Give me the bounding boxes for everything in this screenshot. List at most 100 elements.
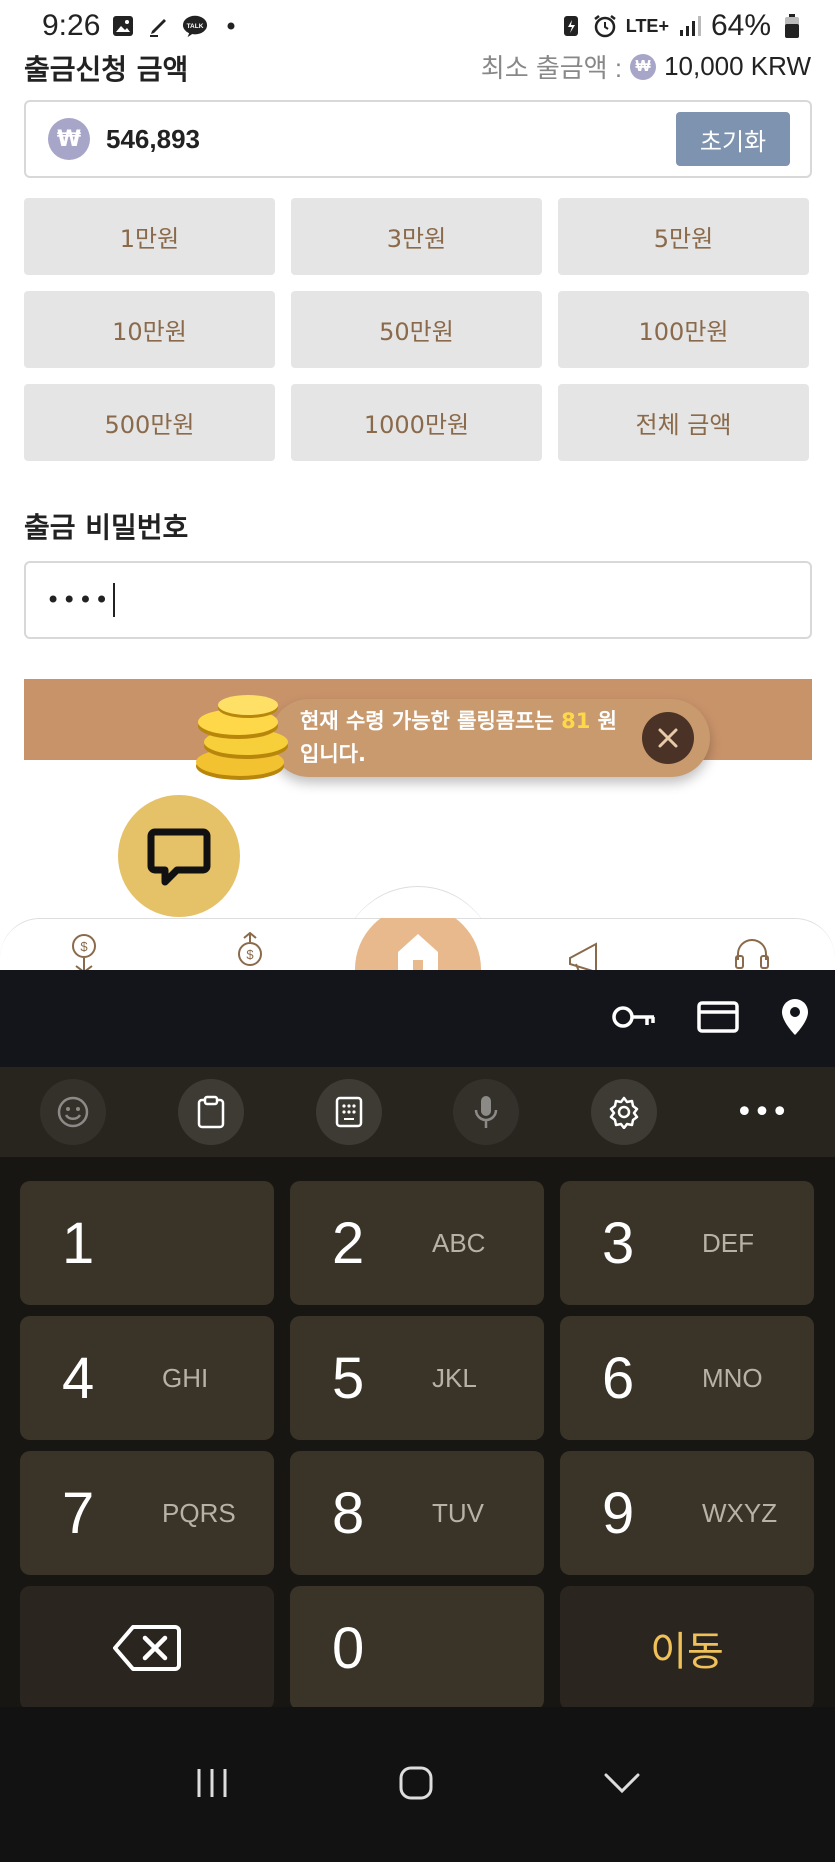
key-letters: DEF bbox=[702, 1227, 754, 1258]
key-3[interactable]: 3 DEF bbox=[560, 1181, 814, 1305]
key-number: 1 bbox=[62, 1210, 95, 1276]
quick-amount-button[interactable]: 100만원 bbox=[558, 291, 809, 368]
key-number: 9 bbox=[602, 1480, 635, 1546]
status-time: 9:26 bbox=[42, 9, 101, 42]
hide-keyboard-icon[interactable] bbox=[603, 1771, 641, 1799]
toast-amount: 81 bbox=[561, 709, 591, 733]
gold-coins-icon bbox=[190, 694, 294, 784]
announcement-icon[interactable] bbox=[564, 932, 608, 970]
key-1[interactable]: 1 bbox=[20, 1181, 274, 1305]
key-0[interactable]: 0 bbox=[290, 1586, 544, 1710]
quick-amount-button[interactable]: 50만원 bbox=[291, 291, 542, 368]
key-number: 3 bbox=[602, 1210, 635, 1276]
keyboard-settings-button[interactable] bbox=[591, 1079, 658, 1145]
key-letters: MNO bbox=[702, 1362, 763, 1393]
withdraw-amount-value: 546,893 bbox=[106, 123, 200, 154]
quick-amount-button[interactable]: 5만원 bbox=[558, 198, 809, 275]
key-icon[interactable] bbox=[611, 1002, 657, 1036]
card-icon[interactable] bbox=[697, 1000, 739, 1038]
key-number: 5 bbox=[332, 1345, 365, 1411]
emoji-button[interactable] bbox=[40, 1079, 106, 1145]
withdraw-amount-input[interactable]: ₩ 546,893 초기화 bbox=[24, 100, 812, 178]
quick-amount-button[interactable]: 1000만원 bbox=[291, 384, 542, 461]
chat-icon bbox=[147, 828, 211, 886]
bottom-nav: $ $ bbox=[0, 918, 835, 970]
quick-amount-grid: 1만원 3만원 5만원 10만원 50만원 100만원 500만원 1000만원… bbox=[24, 198, 812, 461]
password-value: •••• bbox=[46, 586, 111, 614]
toast-text-before: 현재 수령 가능한 롤링콤프는 bbox=[300, 709, 554, 733]
battery-saver-icon bbox=[558, 13, 584, 39]
key-5[interactable]: 5 JKL bbox=[290, 1316, 544, 1440]
key-6[interactable]: 6 MNO bbox=[560, 1316, 814, 1440]
voice-input-button[interactable] bbox=[453, 1079, 520, 1145]
quick-amount-button[interactable]: 500만원 bbox=[24, 384, 275, 461]
notification-dot-icon bbox=[218, 13, 244, 39]
headset-icon[interactable] bbox=[730, 932, 774, 970]
min-withdraw-amount: 최소 출금액 : ₩ 10,000 KRW bbox=[481, 48, 811, 85]
more-options-button[interactable]: ••• bbox=[729, 1079, 795, 1145]
min-amount-label: 최소 출금액 : bbox=[480, 53, 623, 83]
autofill-toolbar bbox=[0, 970, 835, 1067]
quick-amount-button[interactable]: 10만원 bbox=[24, 291, 275, 368]
clipboard-icon bbox=[197, 1095, 225, 1129]
key-letters: WXYZ bbox=[702, 1497, 778, 1528]
microphone-icon bbox=[475, 1096, 498, 1128]
key-number: 6 bbox=[602, 1345, 635, 1411]
signal-icon bbox=[677, 13, 703, 39]
kakaotalk-icon: TALK bbox=[182, 13, 208, 39]
key-8[interactable]: 8 TUV bbox=[290, 1451, 544, 1575]
svg-text:$: $ bbox=[246, 947, 254, 962]
withdraw-password-title: 출금 비밀번호 bbox=[24, 511, 189, 544]
backspace-key[interactable] bbox=[20, 1586, 274, 1710]
key-2[interactable]: 2 ABC bbox=[290, 1181, 544, 1305]
key-4[interactable]: 4 GHI bbox=[20, 1316, 274, 1440]
keyboard-tools-row: ••• bbox=[0, 1067, 835, 1157]
min-amount-value: 10,000 KRW bbox=[664, 51, 811, 81]
status-bar: 9:26 TALK LTE+ 64% bbox=[0, 0, 835, 52]
home-button[interactable] bbox=[355, 918, 481, 970]
gear-icon bbox=[609, 1096, 639, 1129]
chat-button[interactable] bbox=[118, 795, 240, 917]
battery-icon bbox=[779, 13, 805, 39]
keypad-icon bbox=[335, 1096, 362, 1128]
reset-button[interactable]: 초기화 bbox=[676, 112, 790, 166]
key-9[interactable]: 9 WXYZ bbox=[560, 1451, 814, 1575]
full-amount-button[interactable]: 전체 금액 bbox=[558, 384, 809, 461]
withdraw-password-input[interactable]: •••• bbox=[24, 561, 812, 639]
key-letters: TUV bbox=[432, 1497, 484, 1528]
won-icon: ₩ bbox=[48, 118, 90, 160]
keypad-button[interactable] bbox=[315, 1079, 382, 1145]
backspace-icon bbox=[113, 1625, 181, 1671]
won-icon: ₩ bbox=[630, 53, 657, 80]
rolling-comp-toast: 현재 수령 가능한 롤링콤프는 81 원 입니다. bbox=[270, 699, 710, 777]
key-number: 0 bbox=[332, 1615, 365, 1681]
home-nav-icon[interactable] bbox=[398, 1765, 434, 1805]
network-type: LTE+ bbox=[625, 16, 669, 36]
quick-amount-button[interactable]: 1만원 bbox=[24, 198, 275, 275]
quick-amount-button[interactable]: 3만원 bbox=[291, 198, 542, 275]
gallery-icon bbox=[110, 13, 136, 39]
withdraw-icon[interactable]: $ bbox=[228, 931, 272, 970]
recent-apps-icon[interactable] bbox=[194, 1767, 230, 1803]
deposit-icon[interactable]: $ bbox=[62, 932, 106, 970]
alarm-icon bbox=[592, 13, 618, 39]
key-number: 8 bbox=[332, 1480, 365, 1546]
go-key-label: 이동 bbox=[650, 1629, 724, 1675]
svg-text:$: $ bbox=[80, 939, 88, 954]
numeric-keyboard: 1 2 ABC 3 DEF 4 GHI 5 JKL 6 MNO 7 PQRS 8… bbox=[0, 1157, 835, 1710]
key-7[interactable]: 7 PQRS bbox=[20, 1451, 274, 1575]
close-icon[interactable] bbox=[642, 712, 694, 764]
location-icon[interactable] bbox=[779, 997, 811, 1041]
battery-percent: 64% bbox=[710, 9, 771, 42]
go-key[interactable]: 이동 bbox=[560, 1586, 814, 1710]
clipboard-button[interactable] bbox=[177, 1079, 244, 1145]
edit-icon bbox=[146, 13, 172, 39]
withdraw-amount-title: 출금신청 금액 bbox=[24, 53, 189, 86]
emoji-icon bbox=[57, 1096, 89, 1128]
system-navigation-bar bbox=[0, 1707, 835, 1862]
key-number: 2 bbox=[332, 1210, 365, 1276]
key-letters: JKL bbox=[432, 1362, 477, 1393]
key-number: 7 bbox=[62, 1480, 95, 1546]
key-number: 4 bbox=[62, 1345, 95, 1411]
svg-text:TALK: TALK bbox=[187, 23, 204, 30]
